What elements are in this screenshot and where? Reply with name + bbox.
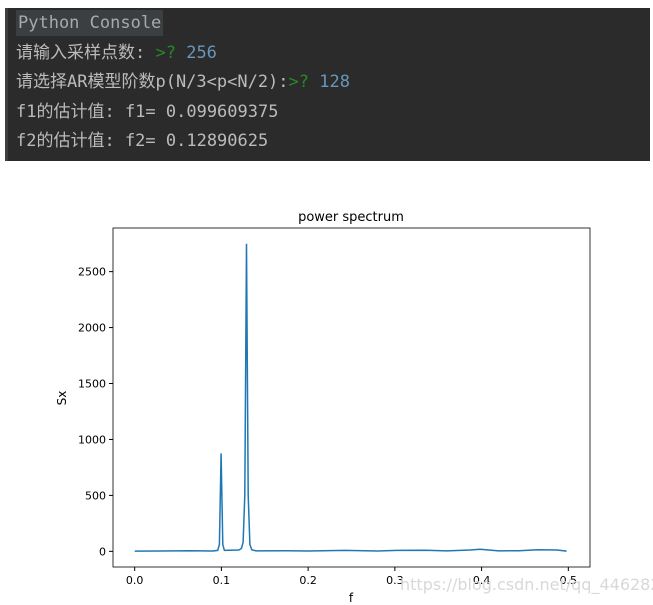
x-axis-label: f <box>349 591 354 605</box>
y-tick-label: 2500 <box>78 266 106 279</box>
console-line: f2的估计值: f2= 0.12890625 <box>16 131 269 151</box>
y-tick-label: 0 <box>99 545 106 558</box>
console-text: 请输入采样点数: <box>16 43 156 63</box>
spectrum-line <box>134 243 567 552</box>
y-tick-label: 1500 <box>78 378 106 391</box>
console-input-value: 128 <box>319 72 350 92</box>
x-tick-label: 0.2 <box>299 574 317 587</box>
y-tick-label: 1000 <box>78 433 106 446</box>
console-title: Python Console <box>16 10 164 36</box>
y-tick-label: 500 <box>85 489 106 502</box>
console-prompt: >? <box>155 43 187 63</box>
python-console[interactable]: Python Console 请输入采样点数: >? 256 请选择AR模型阶数… <box>5 8 650 161</box>
console-line: 请选择AR模型阶数p(N/3<p<N/2):>? 128 <box>16 67 350 92</box>
x-tick-label: 0.0 <box>126 574 144 587</box>
power-spectrum-chart: power spectrum 0.0 0.1 0.2 0.3 0.4 0.50500100… <box>55 210 591 605</box>
console-prompt: >? <box>288 72 320 92</box>
y-axis-label: Sx <box>55 391 69 406</box>
watermark: https://blog.csdn.net/qq_44628230 <box>400 575 653 594</box>
console-input-value: 256 <box>186 43 217 63</box>
console-line: 请输入采样点数: >? 256 <box>16 38 217 63</box>
y-tick-label: 2000 <box>78 322 106 335</box>
x-tick-label: 0.1 <box>213 574 231 587</box>
plot-frame <box>112 227 591 568</box>
console-line: f1的估计值: f1= 0.099609375 <box>16 102 279 122</box>
chart-title: power spectrum <box>298 210 404 225</box>
console-text: 请选择AR模型阶数p(N/3<p<N/2): <box>16 72 289 92</box>
